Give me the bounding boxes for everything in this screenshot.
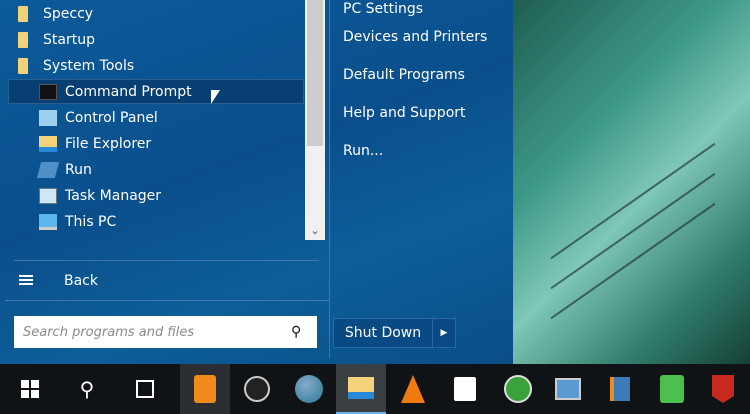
program-speccy[interactable]: Speccy: [8, 1, 304, 26]
sheets-icon: [660, 375, 684, 403]
program-task-manager[interactable]: Task Manager: [8, 183, 304, 208]
control-panel-icon: [39, 109, 57, 126]
divider: [14, 260, 319, 261]
run-icon: [36, 161, 60, 178]
back-label: Back: [64, 273, 98, 289]
item-label: File Explorer: [65, 135, 152, 152]
task-manager-icon: [39, 187, 57, 204]
network-app-icon: [555, 378, 581, 400]
shutdown-button[interactable]: Shut Down ▶: [333, 318, 456, 348]
green-app-icon: [504, 375, 532, 403]
command-prompt-icon: [39, 83, 57, 100]
shutdown-label[interactable]: Shut Down: [334, 319, 433, 347]
divider: [5, 300, 329, 301]
taskbar-sheets[interactable]: [647, 364, 697, 414]
item-label: Control Panel: [65, 109, 158, 126]
taskbar-store[interactable]: [440, 364, 490, 414]
windows-icon: [21, 380, 39, 398]
scrollbar[interactable]: ⌄: [305, 0, 325, 240]
taskbar-vlc[interactable]: [388, 364, 438, 414]
search-icon: ⚲: [79, 377, 95, 401]
menu-run[interactable]: Run...: [343, 143, 383, 159]
file-explorer-icon: [39, 135, 57, 152]
back-button[interactable]: Back: [14, 268, 319, 294]
taskbar-file-explorer[interactable]: [336, 364, 386, 414]
program-command-prompt[interactable]: Command Prompt: [8, 79, 304, 104]
folder-icon: [18, 31, 28, 48]
program-startup[interactable]: Startup: [8, 27, 304, 52]
file-explorer-icon: [348, 377, 374, 399]
program-file-explorer[interactable]: File Explorer: [8, 131, 304, 156]
divider: [329, 0, 330, 358]
taskbar-obs[interactable]: [232, 364, 282, 414]
search-button[interactable]: ⚲: [62, 364, 112, 414]
item-label: Startup: [43, 31, 95, 48]
vlc-icon: [401, 375, 425, 403]
desktop-wallpaper: [513, 0, 750, 364]
item-label: Run: [65, 161, 92, 178]
item-label: Command Prompt: [65, 83, 192, 100]
clock-app-icon: [194, 375, 216, 403]
taskbar-network-app[interactable]: [543, 364, 593, 414]
search-input[interactable]: Search programs and files ⚲: [14, 316, 317, 348]
taskbar-media-player[interactable]: [595, 364, 645, 414]
taskbar: ⚲: [0, 364, 750, 414]
globe-icon: [295, 375, 323, 403]
menu-default-programs[interactable]: Default Programs: [343, 67, 465, 83]
mouse-cursor-icon: [211, 90, 220, 104]
item-label: System Tools: [43, 57, 135, 74]
task-view-button[interactable]: [120, 364, 170, 414]
mcafee-icon: [712, 375, 734, 403]
search-placeholder: Search programs and files: [23, 324, 195, 340]
task-view-icon: [136, 380, 154, 398]
taskbar-clock-app[interactable]: [180, 364, 230, 414]
item-label: Speccy: [43, 5, 94, 22]
this-pc-icon: [39, 213, 57, 230]
program-control-panel[interactable]: Control Panel: [8, 105, 304, 130]
item-label: This PC: [65, 213, 117, 230]
shutdown-options-arrow-icon[interactable]: ▶: [433, 319, 455, 347]
folder-icon: [18, 57, 28, 74]
scroll-thumb[interactable]: [307, 0, 323, 146]
program-this-pc[interactable]: This PC: [8, 209, 304, 234]
search-icon[interactable]: ⚲: [291, 324, 317, 340]
item-label: Task Manager: [65, 187, 162, 204]
obs-icon: [244, 376, 270, 402]
chevron-down-icon[interactable]: ⌄: [305, 224, 325, 238]
list-icon: [19, 275, 33, 287]
program-system-tools[interactable]: System Tools: [8, 53, 304, 78]
menu-pc-settings[interactable]: PC Settings: [343, 1, 423, 17]
taskbar-green-app[interactable]: [493, 364, 543, 414]
menu-help-and-support[interactable]: Help and Support: [343, 105, 466, 121]
taskbar-mcafee[interactable]: [698, 364, 748, 414]
media-player-icon: [610, 377, 630, 401]
program-run[interactable]: Run: [8, 157, 304, 182]
folder-icon: [18, 5, 28, 22]
store-icon: [454, 377, 476, 401]
taskbar-earth[interactable]: [284, 364, 334, 414]
start-button[interactable]: [5, 364, 55, 414]
menu-devices-and-printers[interactable]: Devices and Printers: [343, 29, 487, 45]
